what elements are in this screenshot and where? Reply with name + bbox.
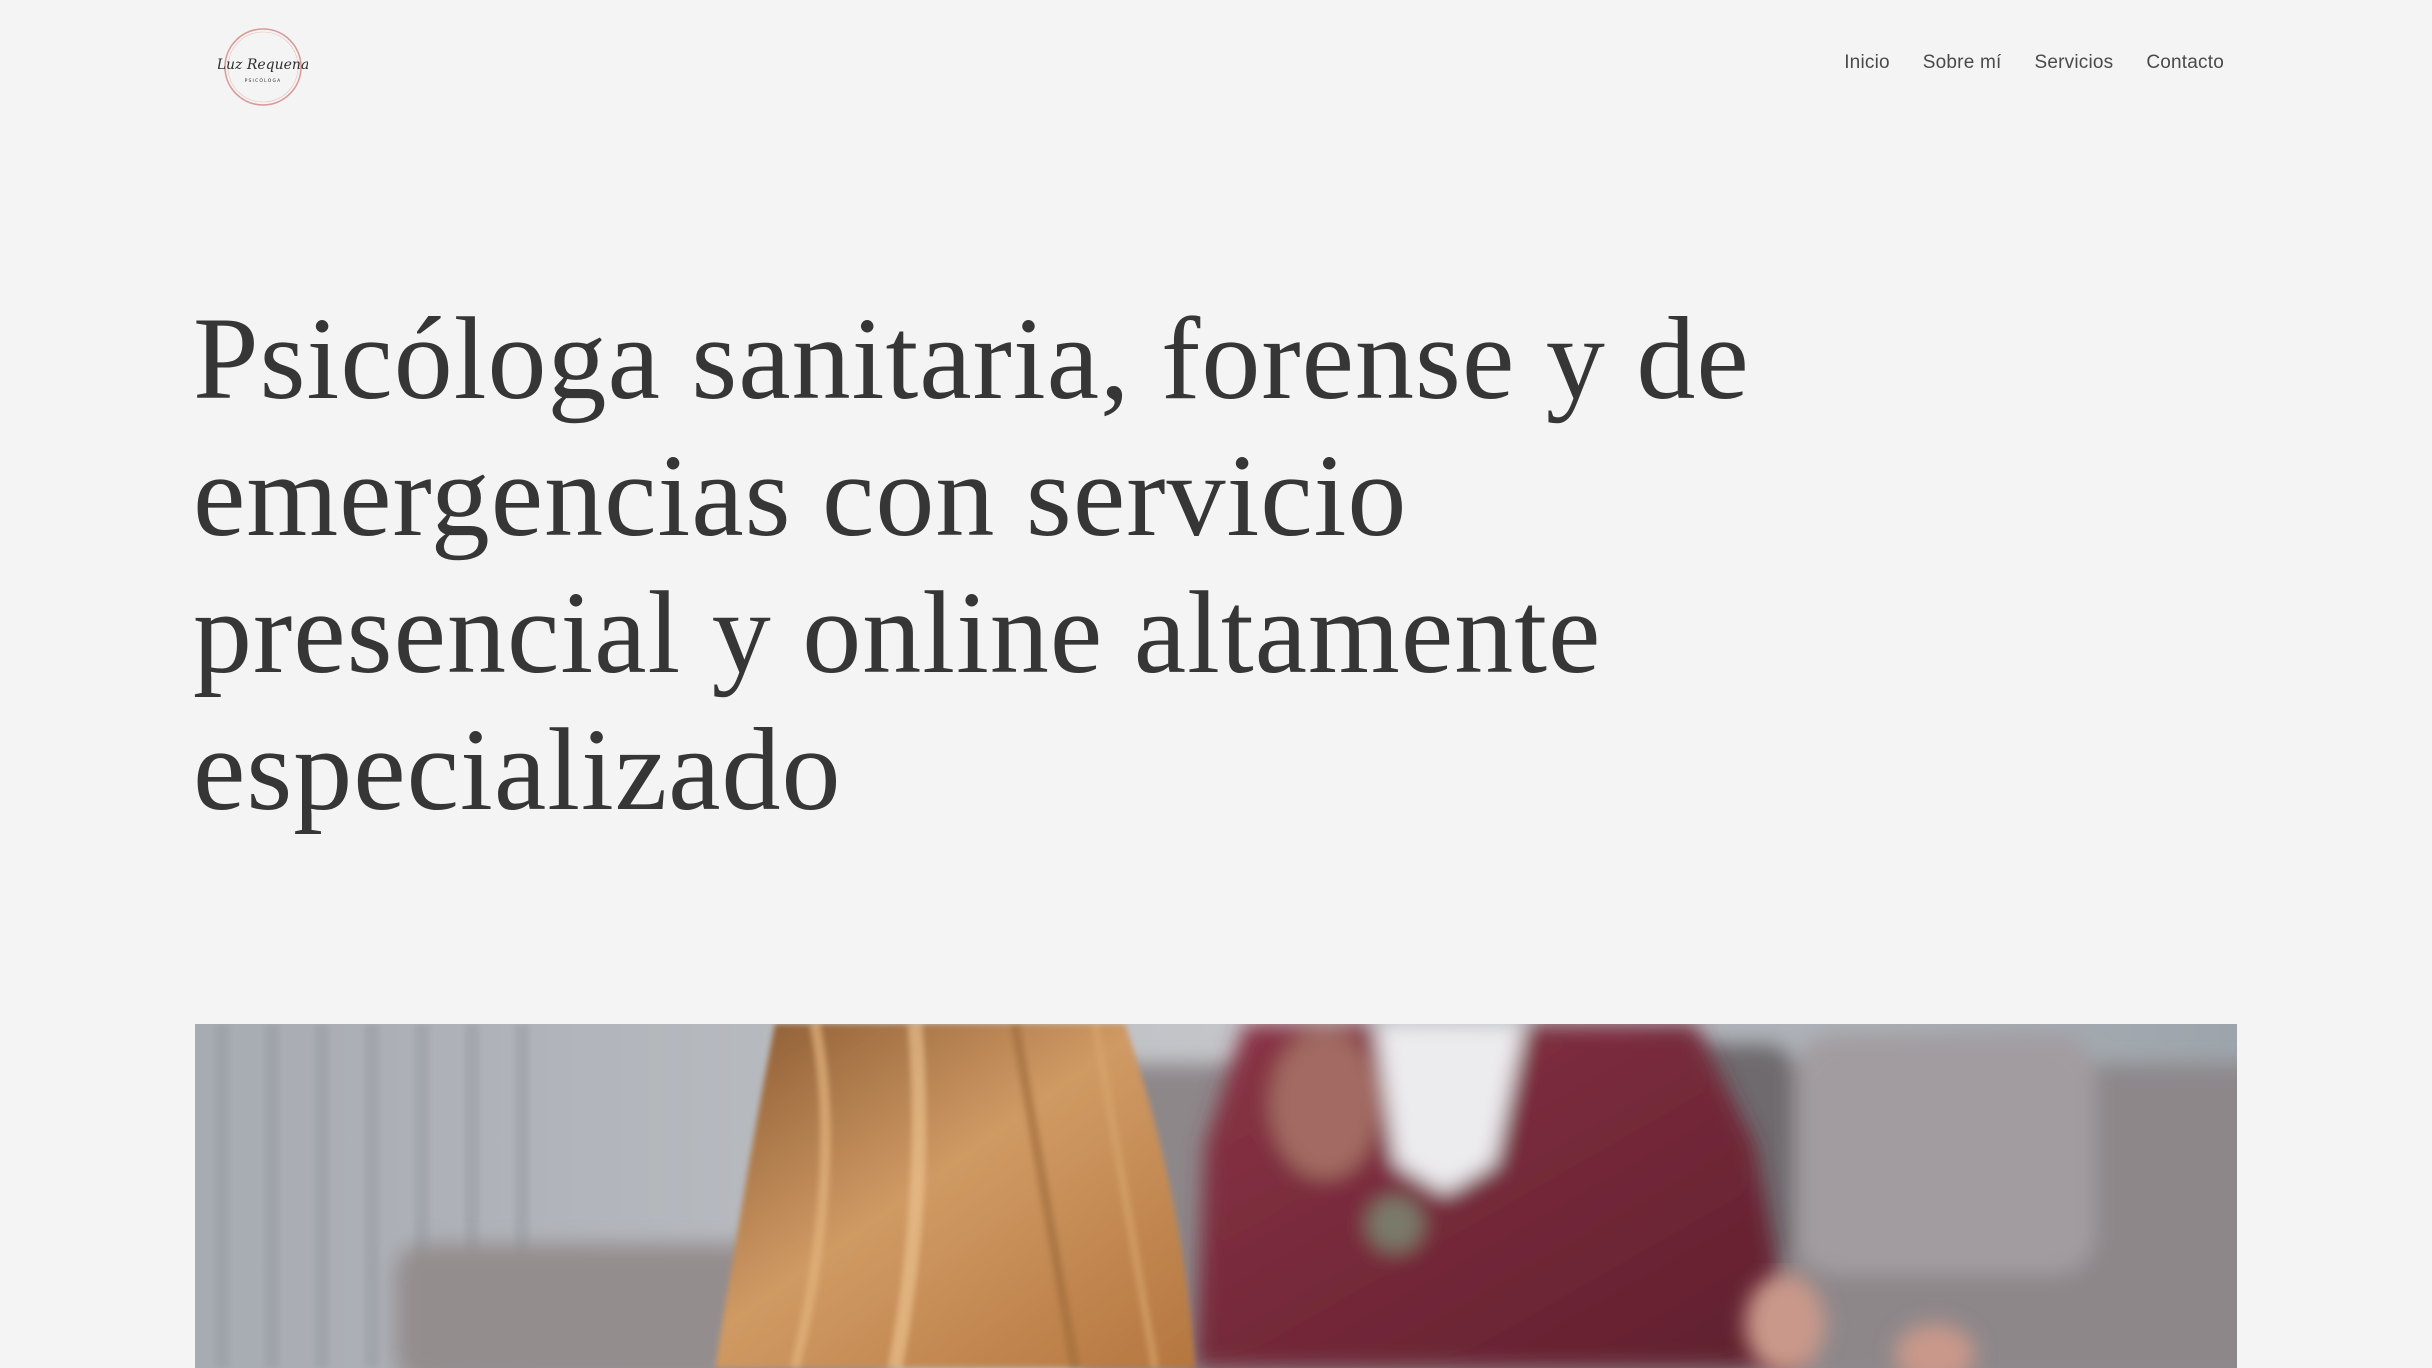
logo-script-text: Luz Requena <box>218 57 308 73</box>
nav-item-inicio[interactable]: Inicio <box>1844 52 1890 74</box>
hero-image <box>195 1024 2237 1368</box>
logo-subtitle: PSICÓLOGA <box>245 77 282 84</box>
nav-item-contacto[interactable]: Contacto <box>2146 52 2224 74</box>
site-header: Luz Requena PSICÓLOGA Inicio Sobre mí Se… <box>0 0 2432 134</box>
hero-title: Psicóloga sanitaria, forense y de emerge… <box>193 293 1750 835</box>
therapy-session-photo <box>195 1024 2237 1368</box>
nav-item-servicios[interactable]: Servicios <box>2034 52 2113 74</box>
logo-circle-icon: Luz Requena PSICÓLOGA <box>218 28 308 106</box>
nav-item-sobre-mi[interactable]: Sobre mí <box>1923 52 2002 74</box>
logo[interactable]: Luz Requena PSICÓLOGA <box>218 22 308 112</box>
main-nav: Inicio Sobre mí Servicios Contacto <box>1844 52 2224 74</box>
